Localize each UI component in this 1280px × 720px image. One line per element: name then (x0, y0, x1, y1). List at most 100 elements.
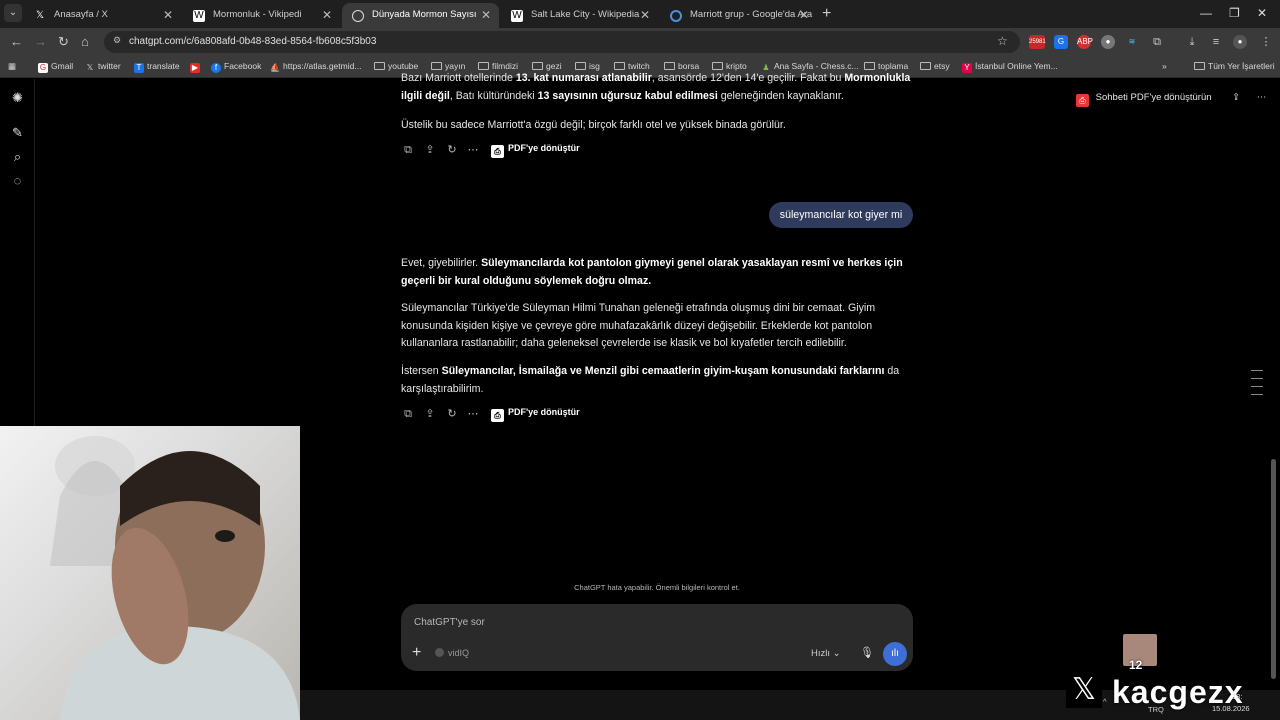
media-list-icon[interactable]: ≡ (1209, 35, 1223, 49)
tab-search-icon[interactable]: ⌄ (4, 4, 22, 22)
download-icon[interactable]: ⤓ (1185, 35, 1199, 49)
browser-toolbar: ← → ↻ ⌂ ⚙ chatgpt.com/c/6a808afd-0b48-83… (0, 28, 1280, 56)
vidiq-icon (435, 648, 444, 657)
regenerate-icon[interactable]: ↻ (445, 407, 459, 421)
bookmark-label: https://atlas.getmid... (283, 61, 362, 71)
close-icon[interactable]: ✕ (640, 8, 650, 22)
input-language[interactable]: TRQ (1148, 705, 1164, 714)
tab-marriott-google[interactable]: Marriott grup - Google'da Ara ✕ (660, 3, 817, 28)
bookmark-atlas[interactable]: ⛵ https://atlas.getmid... (270, 61, 361, 73)
browser-menu-icon[interactable]: ⋮ (1259, 35, 1273, 49)
model-speed-selector[interactable]: Hızlı ⌄ (811, 648, 841, 659)
reload-icon[interactable]: ↻ (58, 34, 69, 50)
bookmark-label: twitter (98, 61, 121, 71)
close-icon[interactable]: ✕ (163, 8, 173, 22)
x-logo-icon: 𝕏 (1066, 672, 1102, 708)
back-icon[interactable]: ← (10, 34, 23, 49)
composer[interactable]: ChatGPT'ye sor + vidIQ Hızlı ⌄ 🎙 ılı (401, 604, 913, 671)
x-logo-icon: 𝕏 (86, 63, 94, 72)
more-options-icon[interactable]: ⋯ (1257, 92, 1267, 103)
address-bar[interactable]: ⚙ chatgpt.com/c/6a808afd-0b48-83ed-8564-… (104, 31, 1020, 53)
tab-salt-lake-city[interactable]: W Salt Lake City - Wikipedia ✕ (501, 3, 658, 28)
new-chat-icon[interactable]: ✎ (10, 125, 25, 140)
close-icon[interactable]: ✕ (799, 8, 809, 22)
search-icon[interactable]: ⌕ (10, 149, 25, 164)
translate-extension-icon[interactable]: G (1054, 35, 1068, 49)
regenerate-icon[interactable]: ↻ (445, 143, 459, 157)
vidiq-tool-chip[interactable]: vidIQ (435, 648, 469, 658)
scrollbar[interactable] (1271, 459, 1276, 679)
chatgpt-icon (352, 10, 364, 22)
more-icon[interactable]: ⋯ (466, 407, 480, 421)
text-bold: ilgili değil (401, 89, 450, 102)
tab-title: Dünyada Mormon Sayısı (372, 9, 477, 20)
bookmark-youtube[interactable]: ▶ (190, 61, 203, 73)
more-icon[interactable]: ⋯ (466, 143, 480, 157)
close-icon[interactable]: ✕ (481, 8, 491, 22)
folder-icon (664, 62, 675, 70)
tab-title: Anasayfa / X (54, 9, 108, 20)
tab-mormonluk-vikipedi[interactable]: W Mormonluk - Vikipedi ✕ (183, 3, 340, 28)
share-icon[interactable]: ⇪ (423, 407, 437, 421)
bookmark-twitter[interactable]: 𝕏twitter (85, 61, 121, 73)
pdf-convert-button[interactable]: ⎙ PDF'ye dönüştür (491, 143, 580, 158)
bookmark-facebook[interactable]: f Facebook (211, 61, 261, 73)
folder-icon (532, 62, 543, 70)
bookmark-gmail[interactable]: G Gmail (38, 61, 73, 73)
text: Evet, giyebilirler. (401, 257, 482, 269)
bookmark-translate[interactable]: Ttranslate (134, 61, 180, 73)
tab-strip: ⌄ 𝕏 Anasayfa / X ✕ W Mormonluk - Vikiped… (0, 0, 1280, 28)
pdf-icon: ⎙ (491, 409, 504, 422)
extension-icon[interactable]: ● (1101, 35, 1115, 49)
tool-label: vidIQ (448, 648, 470, 658)
voice-mode-button[interactable]: ılı (883, 642, 907, 666)
new-tab-button[interactable]: + (822, 5, 831, 23)
add-attachment-icon[interactable]: + (412, 644, 421, 662)
adblock-icon[interactable]: ABP (1077, 35, 1093, 49)
page-header-actions: ⎙ Sohbeti PDF'ye dönüştürün ⇪ ⋯ (1076, 92, 1266, 107)
more-bookmarks-icon[interactable]: » (1162, 61, 1167, 71)
profile-avatar[interactable]: ● (1233, 35, 1247, 49)
tab-anasayfa-x[interactable]: 𝕏 Anasayfa / X ✕ (24, 3, 181, 28)
url-text: chatgpt.com/c/6a808afd-0b48-83ed-8564-fb… (129, 36, 377, 47)
export-pdf-link[interactable]: Sohbeti PDF'ye dönüştürün (1096, 92, 1212, 103)
bookmark-yemeksepeti[interactable]: Y İstanbul Online Yem... (962, 61, 1058, 73)
prompt-input[interactable]: ChatGPT'ye sor (414, 617, 485, 628)
taskbar-clock[interactable]: 18: 15.08.2026 (1212, 692, 1250, 713)
forward-icon[interactable]: → (34, 34, 47, 49)
home-icon[interactable]: ⌂ (81, 34, 89, 49)
close-icon[interactable]: ✕ (322, 8, 332, 22)
wifi-extension-icon[interactable]: ≋ (1125, 35, 1139, 49)
openai-logo-icon[interactable]: ✺ (10, 90, 25, 105)
assistant-message-previous: Bazı Marriott otellerinde 13. kat numara… (401, 70, 913, 105)
webcam-overlay (0, 426, 300, 720)
chat-bubble-icon[interactable]: ◌ (10, 173, 25, 188)
pdf-convert-button[interactable]: ⎙ PDF'ye dönüştür (491, 407, 580, 422)
chevron-down-icon: ⌄ (832, 648, 841, 659)
tab-title: Salt Lake City - Wikipedia (531, 9, 640, 20)
copy-icon[interactable]: ⧉ (401, 407, 415, 421)
translate-icon: T (134, 63, 144, 73)
text: , asansörde 12'den 14'e geçilir. Fakat b… (651, 72, 845, 84)
share-icon[interactable]: ⇪ (423, 143, 437, 157)
apps-grid-icon[interactable]: ▦ (8, 61, 16, 72)
conversation-minimap[interactable] (1251, 370, 1263, 402)
site-info-icon[interactable]: ⚙ (113, 35, 121, 46)
minimize-icon[interactable]: — (1200, 6, 1212, 20)
share-icon[interactable]: ⇪ (1232, 92, 1240, 103)
tab-dunyada-mormon-sayisi[interactable]: Dünyada Mormon Sayısı ✕ (342, 3, 499, 28)
chevron-up-icon[interactable]: ^ (1103, 697, 1107, 706)
copy-icon[interactable]: ⧉ (401, 143, 415, 157)
all-bookmarks[interactable]: Tüm Yer İşaretleri (1194, 61, 1275, 71)
clock-time: 18: (1232, 692, 1243, 701)
microphone-icon[interactable]: 🎙 (860, 646, 874, 659)
bookmark-folder-etsy[interactable]: etsy (920, 61, 950, 71)
close-window-icon[interactable]: ✕ (1257, 6, 1267, 20)
assistant-paragraph: Evet, giyebilirler. Süleymancılarda kot … (401, 255, 913, 290)
extensions-puzzle-icon[interactable]: ⧉ (1150, 35, 1164, 49)
facebook-icon: f (211, 63, 221, 73)
bookmark-star-icon[interactable]: ☆ (997, 34, 1008, 48)
bookmark-label: Facebook (224, 61, 262, 71)
restore-icon[interactable]: ❐ (1229, 6, 1240, 20)
extension-badge-icon[interactable]: 25981 (1029, 35, 1046, 49)
